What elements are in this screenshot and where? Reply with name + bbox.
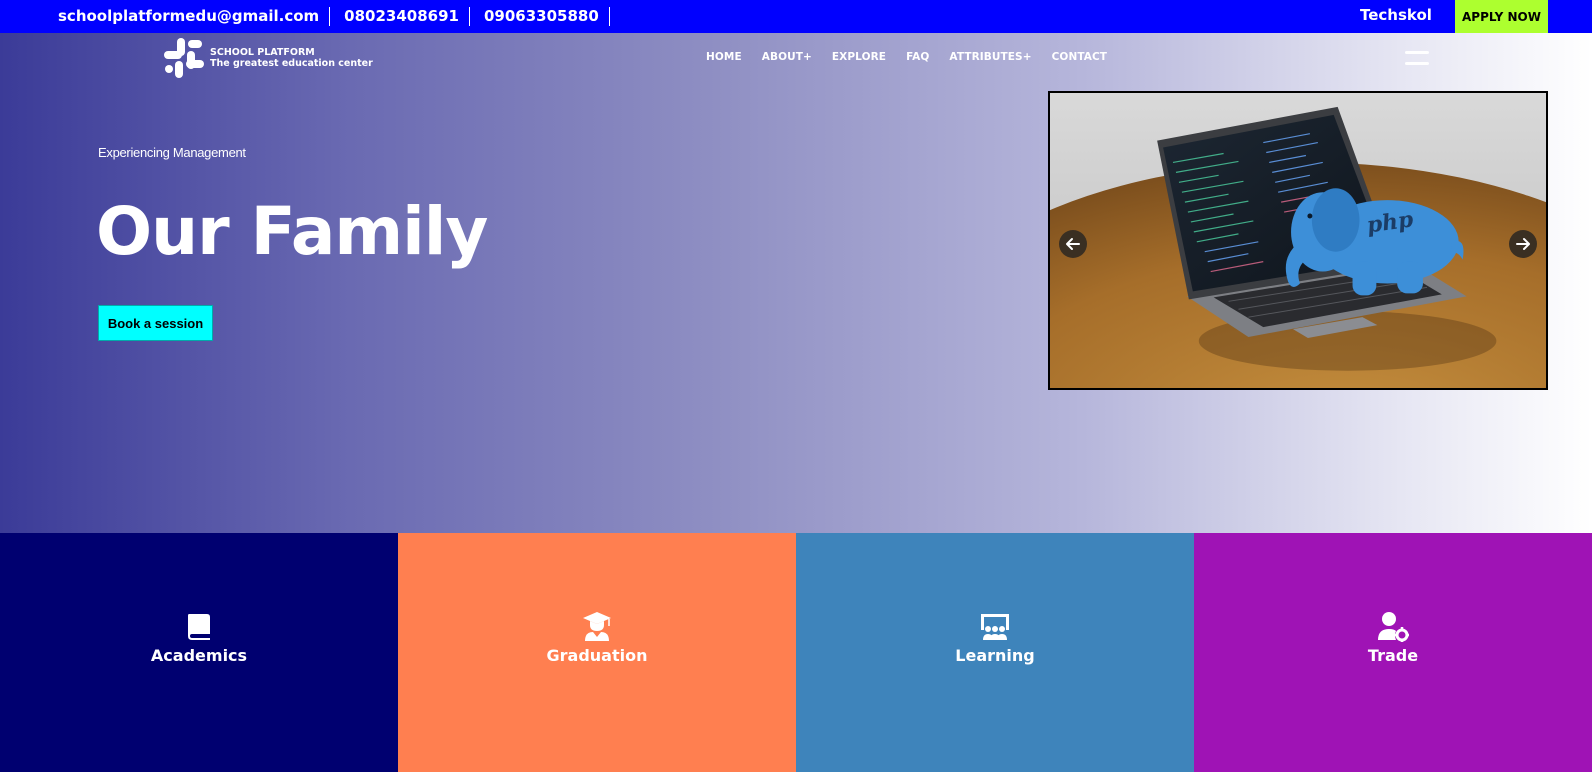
tile-trade[interactable]: Trade: [1194, 533, 1592, 772]
logo[interactable]: SCHOOL PLATFORM The greatest education c…: [162, 36, 373, 80]
hero-eyebrow: Experiencing Management: [98, 145, 246, 160]
image-carousel: php: [1048, 91, 1548, 390]
graduate-icon: [583, 612, 611, 641]
logo-title: SCHOOL PLATFORM: [210, 47, 315, 58]
contact-info: schoolplatformedu@gmail.com 08023408691 …: [58, 0, 610, 33]
carousel-prev-button[interactable]: [1059, 230, 1087, 258]
book-session-button[interactable]: Book a session: [98, 305, 213, 341]
book-icon: [188, 614, 210, 640]
nav-attributes[interactable]: ATTRIBUTES+: [949, 51, 1031, 63]
user-gear-icon: [1378, 612, 1409, 642]
nav-faq[interactable]: FAQ: [906, 51, 929, 63]
logo-tagline: The greatest education center: [210, 58, 373, 69]
feature-tiles: Academics Graduation Learning Trade: [0, 533, 1592, 772]
tile-label-academics: Academics: [150, 646, 248, 665]
tile-label-learning: Learning: [955, 646, 1035, 665]
tile-academics[interactable]: Academics: [0, 533, 398, 772]
tile-label-graduation: Graduation: [546, 646, 648, 665]
email-link[interactable]: schoolplatformedu@gmail.com: [58, 7, 331, 26]
tile-label-trade: Trade: [1367, 646, 1419, 665]
phone-link-2[interactable]: 09063305880: [470, 7, 610, 26]
top-bar: schoolplatformedu@gmail.com 08023408691 …: [0, 0, 1592, 33]
school-logo-icon: [164, 38, 204, 78]
classroom-icon: [981, 614, 1009, 640]
phone-link-1[interactable]: 08023408691: [330, 7, 470, 26]
nav-home[interactable]: HOME: [706, 51, 742, 63]
nav-about[interactable]: ABOUT+: [762, 51, 812, 63]
apply-now-button[interactable]: APPLY NOW: [1455, 0, 1548, 33]
carousel-next-button[interactable]: [1509, 230, 1537, 258]
main-nav: HOME ABOUT+ EXPLORE FAQ ATTRIBUTES+ CONT…: [706, 51, 1107, 63]
nav-contact[interactable]: CONTACT: [1052, 51, 1107, 63]
tile-graduation[interactable]: Graduation: [398, 533, 796, 772]
arrow-left-icon: [1066, 238, 1080, 250]
nav-explore[interactable]: EXPLORE: [832, 51, 886, 63]
hero-section: SCHOOL PLATFORM The greatest education c…: [0, 33, 1592, 533]
arrow-right-icon: [1516, 238, 1530, 250]
laptop-with-php-elephant-image: php: [1050, 93, 1546, 388]
brand-name[interactable]: Techskol: [1360, 0, 1432, 33]
hamburger-icon[interactable]: [1405, 51, 1429, 65]
tile-learning[interactable]: Learning: [796, 533, 1194, 772]
hero-headline: Our Family: [96, 193, 488, 270]
